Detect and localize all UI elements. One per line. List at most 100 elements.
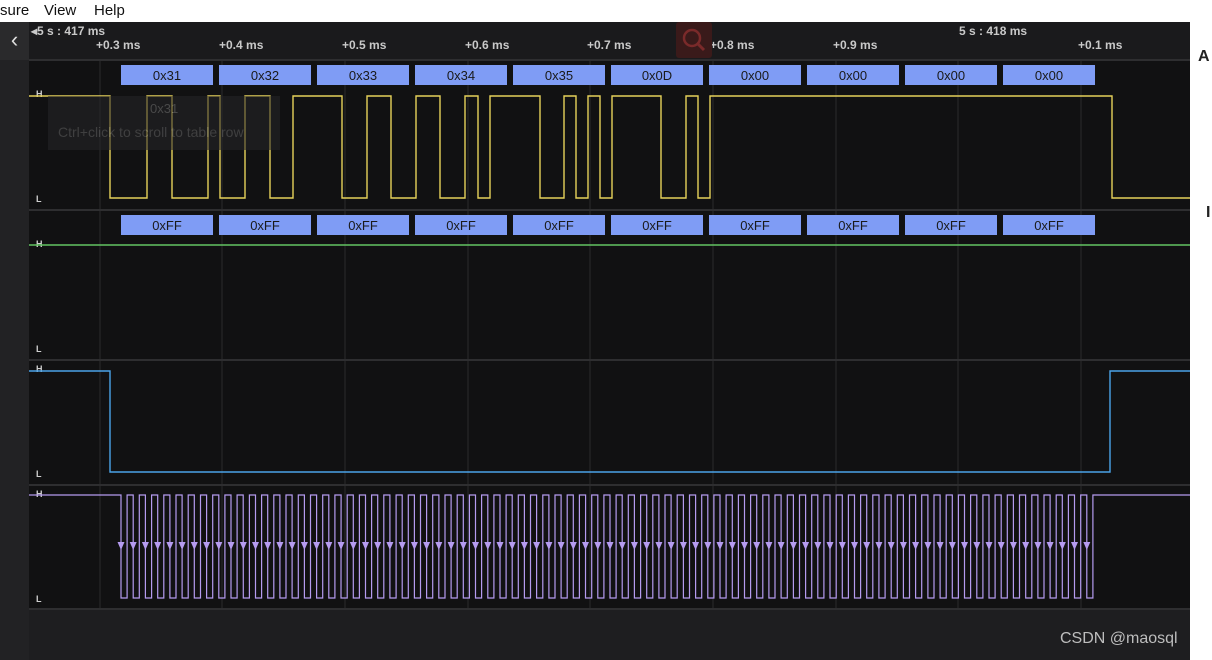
clock-edge-marker	[459, 542, 467, 550]
clock-edge-marker	[1083, 542, 1091, 550]
clock-edge-marker	[325, 542, 333, 550]
tooltip-hint: Ctrl+click to scroll to table row	[58, 124, 244, 140]
decoded-byte-label: 0xFF	[740, 218, 770, 233]
level-low-label: L	[36, 194, 42, 204]
clock-edge-marker	[814, 542, 822, 550]
clock-edge-marker	[826, 542, 834, 550]
clock-edge-marker	[569, 542, 577, 550]
clock-edge-marker	[337, 542, 345, 550]
decoded-byte-label: 0xFF	[544, 218, 574, 233]
decoded-byte-label: 0x00	[937, 68, 965, 83]
clock-edge-marker	[349, 542, 357, 550]
clock-edge-marker	[1058, 542, 1066, 550]
clock-edge-marker	[276, 542, 284, 550]
clock-edge-marker	[594, 542, 602, 550]
decoded-byte-label: 0xFF	[642, 218, 672, 233]
decoded-byte-label: 0xFF	[1034, 218, 1064, 233]
clock-edge-marker	[875, 542, 883, 550]
panel-heading-fragment: I	[1206, 204, 1211, 221]
clock-edge-marker	[802, 542, 810, 550]
clock-edge-marker	[496, 542, 504, 550]
clock-edge-marker	[899, 542, 907, 550]
clock-edge-marker	[447, 542, 455, 550]
decoded-byte-label: 0xFF	[936, 218, 966, 233]
clock-edge-marker	[1046, 542, 1054, 550]
clock-edge-marker	[936, 542, 944, 550]
clock-edge-marker	[1022, 542, 1030, 550]
clock-edge-marker	[704, 542, 712, 550]
clock-edge-marker	[863, 542, 871, 550]
clock-edge-marker	[618, 542, 626, 550]
level-low-label: L	[36, 469, 42, 479]
clock-edge-marker	[362, 542, 369, 550]
clock-edge-marker	[973, 542, 981, 550]
clock-edge-marker	[643, 542, 651, 550]
decoded-byte-label: 0x00	[741, 68, 769, 83]
clock-edge-marker	[557, 542, 565, 550]
clock-edge-marker	[288, 542, 296, 550]
clock-edge-marker	[166, 542, 174, 550]
level-low-label: L	[36, 344, 42, 354]
clock-edge-marker	[838, 542, 846, 550]
clock-edge-marker	[508, 542, 516, 550]
clock-edge-marker	[141, 542, 149, 550]
clock-edge-marker	[472, 542, 479, 550]
clock-edge-marker	[1071, 542, 1078, 550]
clock-edge-marker	[997, 542, 1005, 550]
clock-edge-marker	[533, 542, 541, 550]
clock-edge-marker	[203, 542, 211, 550]
clock-edge-marker	[606, 542, 614, 550]
clock-edge-marker	[300, 542, 308, 550]
decoded-byte-label: 0x35	[545, 68, 573, 83]
clock-edge-marker	[716, 542, 724, 550]
clock-edge-marker	[227, 542, 235, 550]
clock-edge-marker	[190, 542, 198, 550]
clock-edge-marker	[154, 542, 162, 550]
decoded-byte-label: 0x34	[447, 68, 475, 83]
level-high-label: H	[36, 364, 43, 374]
signal-waveform	[29, 370, 1190, 473]
clock-edge-marker	[765, 542, 773, 550]
clock-edge-marker	[789, 542, 797, 550]
clock-edge-marker	[423, 542, 431, 550]
clock-edge-marker	[435, 542, 443, 550]
decoded-byte-label: 0x00	[839, 68, 867, 83]
clock-edge-marker	[667, 542, 675, 550]
clock-edge-marker	[753, 542, 761, 550]
clock-edge-marker	[1034, 542, 1042, 550]
clock-edge-marker	[887, 542, 895, 550]
right-side-panel: A I	[1190, 22, 1212, 660]
channel-1[interactable]: H L 0xFF 0xFF 0xFF 0xFF 0xFF 0xFF 0xFF 0xFF 0xFF…	[29, 215, 1190, 354]
decoded-byte-label: 0x0D	[642, 68, 672, 83]
clock-edge-marker	[386, 542, 394, 550]
level-low-label: L	[36, 594, 42, 604]
clock-edge-marker	[545, 542, 553, 550]
timeline-footer	[29, 610, 1190, 660]
decoded-byte-label: 0xFF	[838, 218, 868, 233]
decoded-byte-label: 0x00	[1035, 68, 1063, 83]
decoded-byte-label: 0xFF	[250, 218, 280, 233]
clock-edge-marker	[410, 542, 418, 550]
clock-edge-marker	[252, 542, 259, 550]
channel-2[interactable]: H L	[29, 364, 1190, 479]
clock-edge-marker	[313, 542, 321, 550]
clock-edge-marker	[777, 542, 785, 550]
clock-edge-marker	[912, 542, 920, 550]
clock-edge-marker	[692, 542, 700, 550]
clock-edge-marker	[851, 542, 858, 550]
decoded-byte-label: 0x31	[153, 68, 181, 83]
decoded-byte-label: 0xFF	[446, 218, 476, 233]
clock-edge-marker	[630, 542, 638, 550]
tooltip-value: 0x31	[150, 101, 179, 116]
hover-tooltip: 0x31 Ctrl+click to scroll to table row	[48, 96, 280, 150]
clock-edge-marker	[520, 542, 528, 550]
clock-edge-marker	[178, 542, 186, 550]
channel-3[interactable]: H L	[29, 489, 1190, 604]
clock-edge-marker	[129, 542, 137, 550]
clock-edge-marker	[741, 542, 748, 550]
clock-edge-marker	[215, 542, 223, 550]
clock-edge-marker	[679, 542, 687, 550]
watermark: CSDN @maosql	[1060, 630, 1178, 647]
clock-edge-marker	[948, 542, 956, 550]
clock-edge-marker	[484, 542, 492, 550]
